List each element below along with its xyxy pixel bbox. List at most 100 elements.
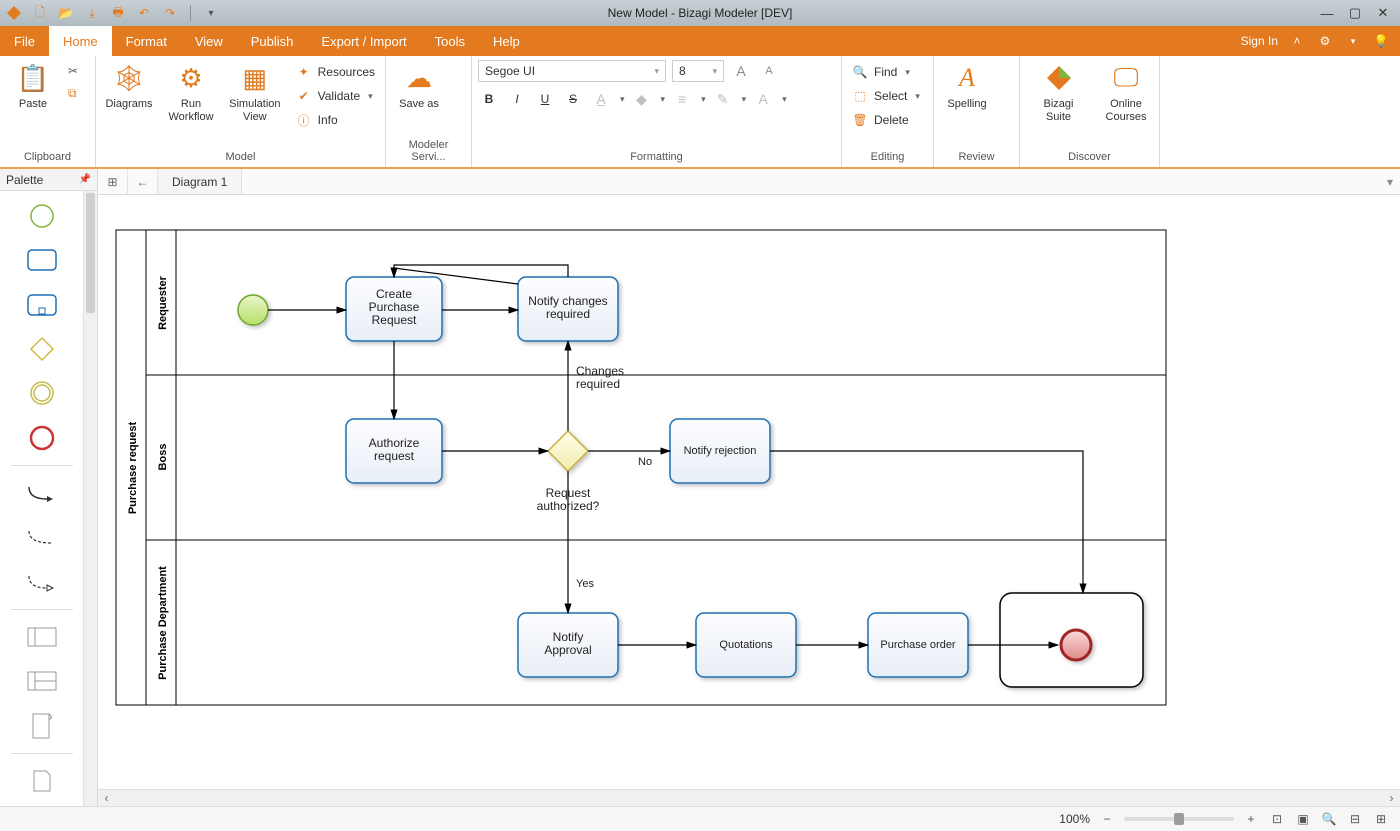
simulation-view-button[interactable]: ▦Simulation View [226, 60, 284, 126]
help-bulb-icon[interactable]: 💡 [1372, 32, 1390, 50]
palette-message-flow-icon[interactable] [23, 569, 61, 595]
start-event[interactable] [238, 295, 268, 325]
zoom-actual-icon[interactable]: 🔍 [1320, 810, 1338, 828]
zoom-width-icon[interactable]: ⊟ [1346, 810, 1364, 828]
shrink-font-icon[interactable]: A [758, 60, 780, 82]
font-size-select[interactable]: 8▾ [672, 60, 724, 82]
strike-icon[interactable]: S [562, 88, 584, 110]
tab-back-icon[interactable]: ← [128, 169, 158, 194]
palette-association-icon[interactable] [23, 524, 61, 550]
menu-home[interactable]: Home [49, 26, 112, 56]
settings-icon[interactable]: ⚙ [1316, 32, 1334, 50]
task-create-purchase-request[interactable]: CreatePurchaseRequest [346, 277, 442, 341]
fill-color-icon[interactable]: ◆ [631, 88, 653, 110]
menu-publish[interactable]: Publish [237, 26, 308, 56]
save-icon[interactable]: ⤓ [82, 3, 102, 23]
undo-icon[interactable]: ↶ [134, 3, 154, 23]
menu-format[interactable]: Format [112, 26, 181, 56]
font-color-icon[interactable]: A̲ [590, 88, 612, 110]
menu-file[interactable]: File [0, 26, 49, 56]
open-icon[interactable]: 📂 [56, 3, 76, 23]
save-as-button[interactable]: ☁Save as [392, 60, 446, 113]
menu-export-import[interactable]: Export / Import [307, 26, 420, 56]
new-icon[interactable]: 🗋 [30, 3, 50, 23]
paste-button[interactable]: 📋 Paste [6, 60, 60, 113]
pin-icon[interactable]: 📌 [79, 174, 91, 185]
task-notify-rejection[interactable]: Notify rejection [670, 419, 770, 483]
zoom-in-icon[interactable]: + [1242, 810, 1260, 828]
palette-gateway-icon[interactable] [23, 336, 61, 362]
scroll-left-icon[interactable]: ‹ [98, 791, 115, 805]
qat-dropdown-icon[interactable]: ▾ [201, 3, 221, 23]
svg-text:Authorizerequest: Authorizerequest [369, 436, 420, 463]
palette-sequence-flow-icon[interactable] [23, 480, 61, 506]
copy-icon[interactable]: ⧉ [68, 86, 86, 104]
palette-end-event-icon[interactable] [23, 425, 61, 451]
diagrams-button[interactable]: 🕸Diagrams [102, 60, 156, 113]
palette-pool-icon[interactable] [23, 624, 61, 650]
task-authorize-request[interactable]: Authorizerequest [346, 419, 442, 483]
close-icon[interactable]: ✕ [1376, 6, 1390, 20]
palette-milestone-icon[interactable] [23, 712, 61, 738]
sign-in-link[interactable]: Sign In [1241, 34, 1278, 48]
spelling-button[interactable]: ASpelling [940, 60, 994, 113]
menu-tools[interactable]: Tools [421, 26, 479, 56]
zoom-whole-icon[interactable]: ⊞ [1372, 810, 1390, 828]
collapse-ribbon-icon[interactable]: ˄ [1288, 32, 1306, 50]
scroll-right-icon[interactable]: › [1383, 791, 1400, 805]
end-event[interactable] [1061, 630, 1091, 660]
font-family-select[interactable]: Segoe UI▾ [478, 60, 666, 82]
bizagi-suite-button[interactable]: Bizagi Suite [1026, 60, 1091, 126]
align-icon[interactable]: ≡ [671, 88, 693, 110]
bold-icon[interactable]: B [478, 88, 500, 110]
menu-dropdown-icon[interactable]: ▾ [1344, 32, 1362, 50]
print-icon[interactable]: 🖶 [108, 3, 128, 23]
cloud-icon: ☁ [403, 62, 435, 94]
delete-button[interactable]: 🗑Delete [848, 110, 924, 130]
grow-font-icon[interactable]: A [730, 60, 752, 82]
redo-icon[interactable]: ↷ [160, 3, 180, 23]
menu-view[interactable]: View [181, 26, 237, 56]
horizontal-scrollbar[interactable]: ‹ › [98, 789, 1400, 806]
zoom-out-icon[interactable]: − [1098, 810, 1116, 828]
run-workflow-button[interactable]: ⚙Run Workflow [164, 60, 218, 126]
online-courses-button[interactable]: 🖵Online Courses [1099, 60, 1153, 126]
tab-diagram-1[interactable]: Diagram 1 [158, 169, 242, 194]
zoom-slider[interactable] [1124, 817, 1234, 821]
palette-lane-icon[interactable] [23, 668, 61, 694]
task-notify-approval[interactable]: NotifyApproval [518, 613, 618, 677]
maximize-icon[interactable]: ▢ [1348, 6, 1362, 20]
trash-icon: 🗑 [852, 112, 868, 128]
info-button[interactable]: ⓘInfo [292, 110, 379, 130]
task-quotations[interactable]: Quotations [696, 613, 796, 677]
palette-intermediate-event-icon[interactable] [23, 380, 61, 406]
palette-start-event-icon[interactable] [23, 203, 61, 229]
palette-subprocess-icon[interactable] [23, 292, 61, 318]
resources-button[interactable]: ✦Resources [292, 62, 379, 82]
validate-button[interactable]: ✔Validate▾ [292, 86, 379, 106]
ribbon-label-formatting: Formatting [478, 149, 835, 165]
palette-data-object-icon[interactable] [23, 768, 61, 794]
text-color-2-icon[interactable]: A [752, 88, 774, 110]
cut-icon[interactable]: ✂ [68, 64, 86, 82]
palette-task-icon[interactable] [23, 247, 61, 273]
find-button[interactable]: 🔍Find▾ [848, 62, 924, 82]
task-notify-changes[interactable]: Notify changesrequired [518, 277, 618, 341]
palette-scrollbar[interactable] [83, 191, 97, 806]
ribbon-label-model: Model [102, 149, 379, 165]
line-color-icon[interactable]: ✎ [712, 88, 734, 110]
underline-icon[interactable]: U [534, 88, 556, 110]
gear-icon: ⚙ [175, 62, 207, 94]
diagram-canvas[interactable]: Purchase request Requester Boss Purchase… [98, 195, 1400, 789]
zoom-page-icon[interactable]: ▣ [1294, 810, 1312, 828]
zoom-fit-icon[interactable]: ⊡ [1268, 810, 1286, 828]
select-button[interactable]: ⬚Select▾ [848, 86, 924, 106]
resources-icon: ✦ [296, 64, 312, 80]
suite-icon [1043, 62, 1075, 94]
menu-help[interactable]: Help [479, 26, 534, 56]
tab-overview-icon[interactable]: ⊞ [98, 169, 128, 194]
minimize-icon[interactable]: — [1320, 6, 1334, 20]
task-purchase-order[interactable]: Purchase order [868, 613, 968, 677]
tab-options-icon[interactable]: ▾ [1380, 169, 1400, 194]
italic-icon[interactable]: I [506, 88, 528, 110]
